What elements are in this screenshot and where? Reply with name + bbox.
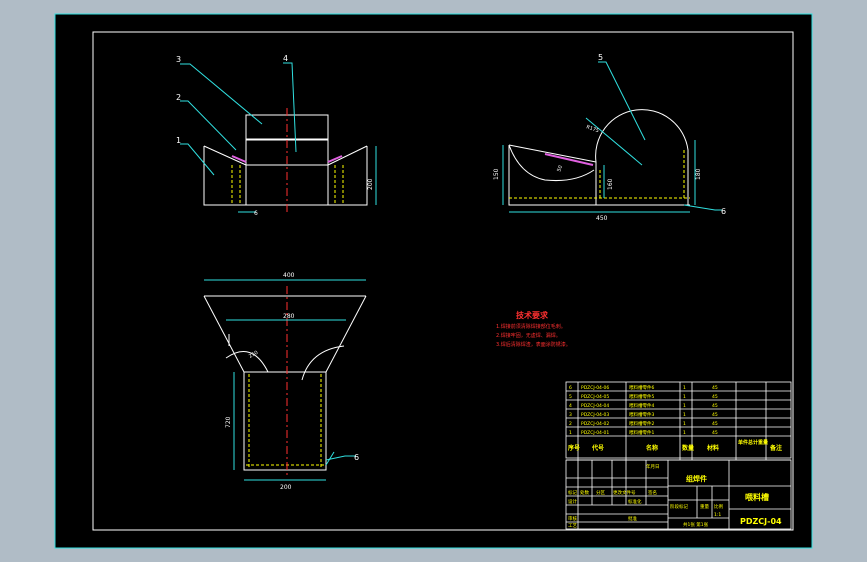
dim-side-450: 450 (596, 215, 608, 222)
date-label: 年月日 (646, 463, 660, 470)
process-label: 工艺 (568, 523, 577, 529)
mark-label: 标记 (568, 489, 577, 496)
sheet-count: 共1张 第1张 (683, 521, 709, 528)
stage-label: 阶段标记 (670, 503, 688, 510)
parts-row-1-qty: 1 (683, 385, 686, 391)
parts-row-1-code: PDZCJ-04-06 (581, 385, 609, 391)
tech-note-2: 2.焊接牢固，无虚焊、漏焊。 (496, 332, 561, 339)
weight-label: 重量 (700, 503, 709, 510)
balloon-2: 2 (176, 93, 181, 102)
scale-value: 1:1 (714, 512, 721, 518)
parts-row-2-no: 5 (569, 394, 572, 400)
dim-front-200: 200 (367, 178, 374, 190)
parts-row-2-code: PDZCJ-04-05 (581, 394, 609, 400)
header-mat: 材料 (706, 444, 719, 452)
parts-row-6-no: 1 (569, 430, 572, 436)
scale-label: 比例 (714, 503, 723, 510)
parts-row-2-mat: 45 (712, 394, 718, 400)
balloon-3: 3 (176, 55, 181, 64)
design-label: 设计 (568, 498, 577, 505)
balloon-4: 4 (283, 54, 288, 63)
parts-row-4-mat: 45 (712, 412, 718, 418)
dim-bottom-400: 400 (283, 272, 295, 279)
dim-side-160: 160 (607, 178, 614, 190)
dim-bottom-200: 200 (280, 484, 292, 491)
parts-row-1-no: 6 (569, 385, 572, 391)
cad-drawing-sheet: 3 2 1 4 6 200 5 6 150 160 180 450 50 R17… (0, 0, 867, 562)
parts-row-4-no: 3 (569, 412, 572, 418)
assembly-label: 组焊件 (686, 474, 707, 483)
dim-side-150: 150 (493, 168, 500, 180)
part-name: 喂料槽 (745, 492, 769, 502)
balloon-6-side: 6 (721, 207, 726, 216)
dim-bottom-720: 720 (225, 416, 232, 428)
header-weight: 单件总计重量 (738, 439, 768, 446)
balloon-5: 5 (598, 53, 603, 62)
parts-row-5-name: 喂料槽零件2 (629, 420, 654, 427)
header-name: 名称 (646, 444, 658, 452)
count-label: 处数 (580, 489, 589, 496)
dim-front-6: 6 (254, 210, 258, 217)
check-label: 审核 (568, 515, 577, 522)
header-qty: 数量 (682, 444, 694, 452)
standard-label: 标准化 (628, 498, 642, 505)
dim-bottom-280: 280 (283, 313, 295, 320)
parts-row-5-qty: 1 (683, 421, 686, 427)
header-code: 代号 (591, 444, 604, 452)
sign-label: 签名 (648, 489, 657, 496)
parts-row-2-name: 喂料槽零件5 (629, 393, 654, 400)
drawing-number: PDZCJ-04 (740, 517, 782, 526)
parts-row-3-no: 4 (569, 403, 572, 409)
parts-row-1-mat: 45 (712, 385, 718, 391)
tech-req-title: 技术要求 (516, 310, 549, 320)
change-label: 更改文件号 (613, 489, 636, 496)
parts-row-1-name: 喂料槽零件6 (629, 384, 654, 391)
parts-row-4-qty: 1 (683, 412, 686, 418)
tech-note-3: 3.焊后清除焊渣，表面涂防锈漆。 (496, 341, 571, 348)
parts-row-5-mat: 45 (712, 421, 718, 427)
dim-side-180: 180 (695, 168, 702, 180)
parts-row-5-code: PDZCJ-04-02 (581, 421, 609, 427)
parts-row-6-qty: 1 (683, 430, 686, 436)
parts-row-6-name: 喂料槽零件1 (629, 429, 654, 436)
parts-row-3-mat: 45 (712, 403, 718, 409)
zone-label: 分区 (596, 489, 605, 496)
header-remark: 备注 (769, 444, 782, 452)
parts-row-2-qty: 1 (683, 394, 686, 400)
approve-label: 批准 (628, 515, 637, 522)
parts-row-3-name: 喂料槽零件4 (629, 402, 654, 409)
tech-note-1: 1.焊接前须清除焊接部位毛刺。 (496, 323, 566, 330)
balloon-6-bottom: 6 (354, 453, 359, 462)
parts-row-4-code: PDZCJ-04-03 (581, 412, 609, 418)
header-no: 序号 (567, 444, 580, 452)
balloon-1: 1 (176, 136, 181, 145)
parts-row-6-code: PDZCJ-04-01 (581, 430, 609, 436)
parts-row-5-no: 2 (569, 421, 572, 427)
parts-row-4-name: 喂料槽零件3 (629, 411, 654, 418)
parts-row-3-code: PDZCJ-04-04 (581, 403, 609, 409)
parts-row-6-mat: 45 (712, 430, 718, 436)
parts-row-3-qty: 1 (683, 403, 686, 409)
